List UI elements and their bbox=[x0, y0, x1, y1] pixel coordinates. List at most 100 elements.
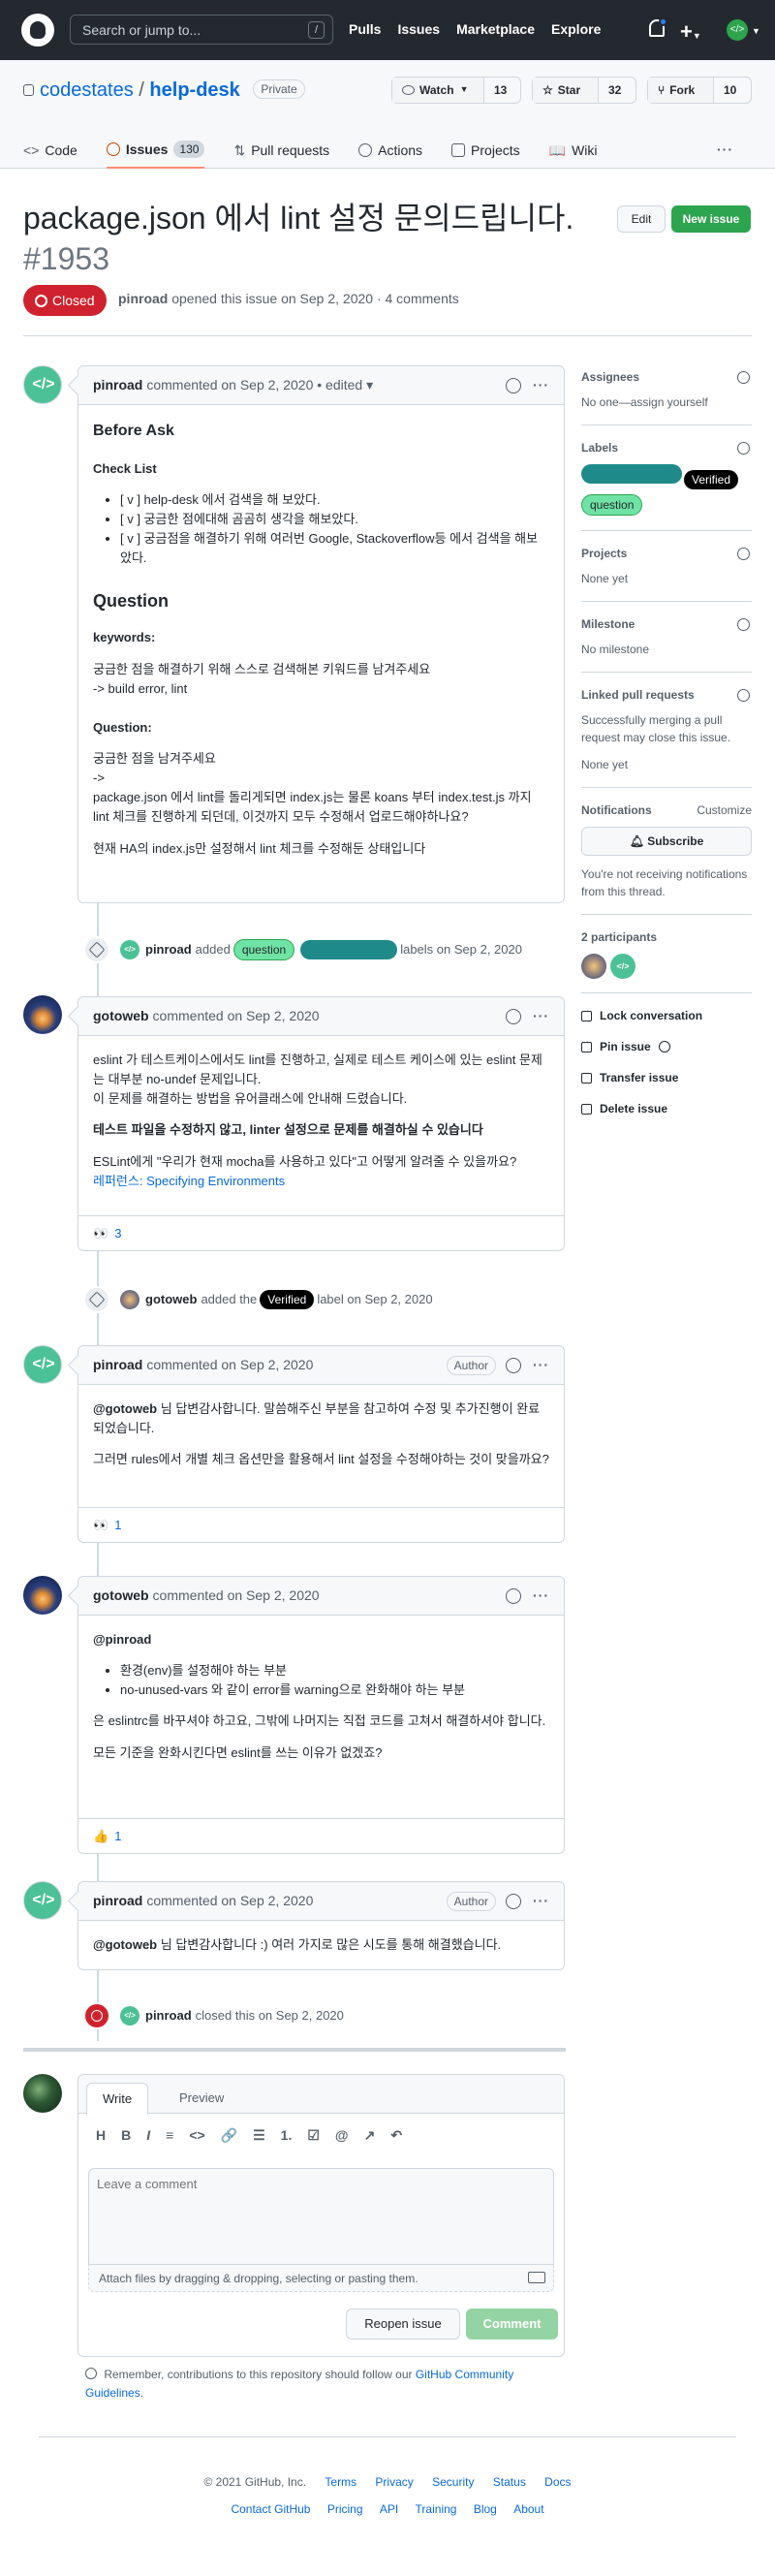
comment-author[interactable]: gotoweb bbox=[93, 1586, 149, 1606]
assign-yourself-link[interactable]: No one—assign yourself bbox=[581, 393, 752, 411]
mention[interactable]: @gotoweb bbox=[93, 1401, 157, 1416]
footer-link-terms[interactable]: Terms bbox=[325, 2475, 356, 2489]
customize-link[interactable]: Customize bbox=[697, 801, 752, 819]
footer-link-privacy[interactable]: Privacy bbox=[375, 2475, 413, 2489]
avatar[interactable] bbox=[23, 1881, 62, 1920]
gear-icon[interactable] bbox=[737, 371, 750, 384]
heading-icon[interactable]: H bbox=[96, 2125, 106, 2146]
tab-pull-requests[interactable]: ⇅ Pull requests bbox=[233, 132, 329, 169]
footer-link-security[interactable]: Security bbox=[432, 2475, 474, 2489]
comment-textarea[interactable] bbox=[88, 2168, 554, 2265]
pin-issue-button[interactable]: Pin issue bbox=[581, 1038, 752, 1055]
footer-link-status[interactable]: Status bbox=[493, 2475, 526, 2489]
comment-button[interactable]: Comment bbox=[466, 2309, 558, 2340]
mention[interactable]: @pinroad bbox=[93, 1630, 549, 1649]
reply-icon[interactable]: ↶ bbox=[390, 2125, 402, 2146]
quote-icon[interactable]: ≡ bbox=[166, 2125, 173, 2146]
avatar[interactable]: </> bbox=[610, 954, 636, 979]
eyes-icon[interactable]: 👀 bbox=[93, 1224, 108, 1243]
transfer-issue-button[interactable]: Transfer issue bbox=[581, 1069, 752, 1086]
avatar[interactable]: </> bbox=[727, 19, 748, 41]
avatar[interactable]: </> bbox=[120, 2006, 140, 2026]
tab-wiki[interactable]: 📖 Wiki bbox=[549, 132, 598, 169]
comment-author[interactable]: pinroad bbox=[93, 1355, 142, 1375]
smiley-icon[interactable] bbox=[506, 1357, 521, 1373]
code-icon[interactable]: <> bbox=[189, 2125, 204, 2146]
avatar[interactable] bbox=[581, 954, 606, 979]
smiley-icon[interactable] bbox=[506, 1587, 521, 1604]
thumbs-up-icon[interactable]: 👍 bbox=[93, 1827, 108, 1846]
footer-link-api[interactable]: API bbox=[380, 2502, 398, 2516]
subscribe-button[interactable]: 🔔︎ Subscribe bbox=[581, 827, 752, 856]
delete-issue-button[interactable]: Delete issue bbox=[581, 1100, 752, 1117]
kebab-menu-icon[interactable]: ··· bbox=[533, 1586, 549, 1606]
kebab-menu-icon[interactable]: ··· bbox=[533, 375, 549, 395]
nav-explore[interactable]: Explore bbox=[551, 19, 601, 40]
tab-actions[interactable]: Actions bbox=[358, 132, 422, 169]
avatar[interactable] bbox=[23, 365, 62, 404]
tab-code[interactable]: <> Code bbox=[23, 132, 78, 169]
label-verified[interactable]: Verified bbox=[260, 1290, 315, 1309]
new-issue-button[interactable]: New issue bbox=[671, 205, 751, 233]
avatar[interactable] bbox=[23, 995, 62, 1034]
gear-icon[interactable] bbox=[737, 442, 750, 455]
kebab-menu-icon[interactable]: ··· bbox=[533, 1355, 549, 1375]
reference-link[interactable]: 레퍼런스: Specifying Environments bbox=[93, 1174, 285, 1188]
lock-conversation-button[interactable]: Lock conversation bbox=[581, 1007, 752, 1024]
mention[interactable]: @gotoweb bbox=[93, 1937, 157, 1952]
edit-button[interactable]: Edit bbox=[617, 205, 666, 233]
issue-author[interactable]: pinroad bbox=[118, 291, 168, 306]
markdown-icon[interactable] bbox=[528, 2272, 545, 2283]
numbered-list-icon[interactable]: 1. bbox=[281, 2125, 293, 2146]
italic-icon[interactable]: I bbox=[146, 2125, 150, 2146]
smiley-icon[interactable] bbox=[506, 377, 521, 393]
watch-button[interactable]: Watch ▼ 13 bbox=[391, 77, 521, 104]
gear-icon[interactable] bbox=[737, 689, 750, 702]
repo-name[interactable]: help-desk bbox=[149, 79, 239, 101]
nav-pulls[interactable]: Pulls bbox=[349, 19, 381, 40]
footer-link-pricing[interactable]: Pricing bbox=[327, 2502, 363, 2516]
reaction-count[interactable]: 3 bbox=[114, 1224, 121, 1243]
nav-marketplace[interactable]: Marketplace bbox=[456, 19, 535, 40]
nav-issues[interactable]: Issues bbox=[397, 19, 440, 40]
tab-write[interactable]: Write bbox=[86, 2083, 149, 2115]
attach-files[interactable]: Attach files by dragging & dropping, sel… bbox=[88, 2265, 554, 2292]
footer-link-about[interactable]: About bbox=[513, 2502, 543, 2516]
smiley-icon[interactable] bbox=[506, 1008, 521, 1024]
search-input[interactable]: Search or jump to... / bbox=[70, 15, 333, 45]
task-list-icon[interactable]: ☑ bbox=[307, 2125, 320, 2146]
label-teal[interactable] bbox=[300, 940, 398, 959]
reopen-issue-button[interactable]: Reopen issue bbox=[346, 2309, 460, 2340]
label-teal[interactable] bbox=[581, 464, 682, 484]
gear-icon[interactable] bbox=[737, 618, 750, 631]
repo-owner[interactable]: codestates bbox=[40, 79, 134, 101]
gear-icon[interactable] bbox=[737, 548, 750, 560]
eyes-icon[interactable]: 👀 bbox=[93, 1516, 108, 1535]
more-icon[interactable]: ··· bbox=[717, 140, 733, 160]
avatar[interactable]: </> bbox=[120, 940, 140, 959]
mention-icon[interactable]: @ bbox=[335, 2125, 349, 2146]
avatar[interactable] bbox=[23, 1576, 62, 1615]
comment-author[interactable]: pinroad bbox=[93, 375, 142, 395]
label-verified[interactable]: Verified bbox=[684, 470, 739, 489]
github-logo-icon[interactable] bbox=[21, 14, 54, 47]
tab-issues[interactable]: Issues 130 bbox=[106, 132, 205, 169]
chevron-down-icon[interactable]: ▼ bbox=[752, 25, 760, 39]
tab-projects[interactable]: Projects bbox=[451, 132, 520, 169]
footer-link-blog[interactable]: Blog bbox=[474, 2502, 497, 2516]
cross-reference-icon[interactable]: ↗ bbox=[364, 2125, 376, 2146]
comment-author[interactable]: gotoweb bbox=[93, 1006, 149, 1026]
footer-link-docs[interactable]: Docs bbox=[544, 2475, 571, 2489]
tab-preview[interactable]: Preview bbox=[164, 2083, 239, 2115]
smiley-icon[interactable] bbox=[506, 1893, 521, 1909]
label-question[interactable]: question bbox=[581, 494, 643, 516]
bulleted-list-icon[interactable]: ☰ bbox=[253, 2125, 265, 2146]
comment-author[interactable]: pinroad bbox=[93, 1891, 142, 1911]
bold-icon[interactable]: B bbox=[121, 2125, 131, 2146]
avatar[interactable] bbox=[23, 1345, 62, 1384]
footer-link-contact[interactable]: Contact GitHub bbox=[231, 2502, 310, 2516]
fork-button[interactable]: ⑂ Fork 10 bbox=[647, 77, 752, 104]
link-icon[interactable]: 🔗 bbox=[221, 2125, 237, 2146]
plus-icon[interactable]: +▼ bbox=[680, 16, 701, 47]
reaction-count[interactable]: 1 bbox=[114, 1827, 121, 1846]
